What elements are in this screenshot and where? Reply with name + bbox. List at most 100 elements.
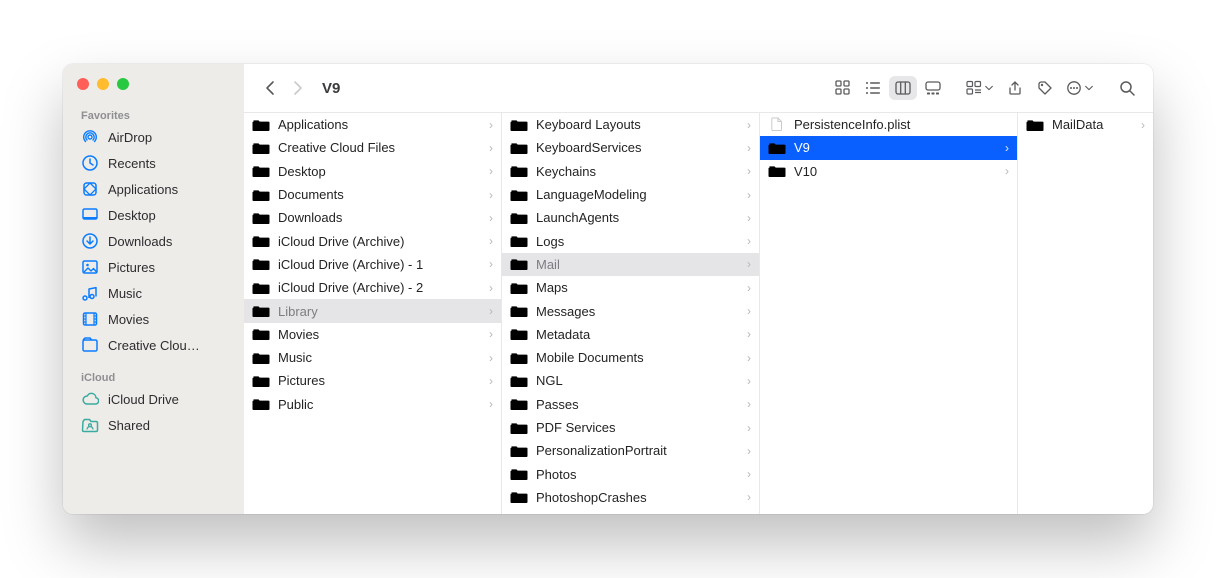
folder-row[interactable]: Messages› bbox=[502, 299, 759, 322]
folder-icon bbox=[510, 141, 528, 155]
folder-row[interactable]: Logs› bbox=[502, 229, 759, 252]
chevron-right-icon: › bbox=[747, 304, 751, 318]
folder-row[interactable]: Library › bbox=[244, 299, 501, 322]
chevron-right-icon: › bbox=[747, 397, 751, 411]
sidebar-item-pictures[interactable]: Pictures bbox=[63, 254, 243, 280]
item-name: Mail bbox=[536, 257, 739, 272]
sidebar-item-icloud[interactable]: iCloud Drive bbox=[63, 386, 243, 412]
folder-row[interactable]: LaunchAgents› bbox=[502, 206, 759, 229]
minimize-window-button[interactable] bbox=[97, 78, 109, 90]
sidebar-item-downloads[interactable]: Downloads bbox=[63, 228, 243, 254]
folder-row[interactable]: MailData› bbox=[1018, 113, 1153, 136]
sidebar-item-label: Applications bbox=[108, 182, 178, 197]
sidebar-item-shared[interactable]: Shared bbox=[63, 412, 243, 438]
folder-icon bbox=[252, 397, 270, 411]
chevron-right-icon: › bbox=[747, 444, 751, 458]
sidebar-item-desktop[interactable]: Desktop bbox=[63, 202, 243, 228]
chevron-right-icon: › bbox=[489, 211, 493, 225]
folder-icon bbox=[510, 351, 528, 365]
folder-icon bbox=[510, 397, 528, 411]
sidebar-item-airdrop[interactable]: AirDrop bbox=[63, 124, 243, 150]
folder-icon bbox=[768, 164, 786, 178]
folder-row[interactable]: PDF Services› bbox=[502, 416, 759, 439]
folder-row[interactable]: Documents › bbox=[244, 183, 501, 206]
chevron-right-icon: › bbox=[747, 164, 751, 178]
folder-icon bbox=[510, 374, 528, 388]
item-name: Music bbox=[278, 350, 481, 365]
group-by-button[interactable] bbox=[961, 76, 999, 100]
chevron-right-icon: › bbox=[489, 351, 493, 365]
folder-row[interactable]: Keyboard Layouts› bbox=[502, 113, 759, 136]
column-1: Applications›Creative Cloud Files›Deskto… bbox=[244, 113, 502, 514]
folder-icon bbox=[252, 281, 270, 295]
folder-row[interactable]: Mobile Documents› bbox=[502, 346, 759, 369]
view-columns-button[interactable] bbox=[889, 76, 917, 100]
pictures-icon bbox=[81, 259, 99, 275]
folder-row[interactable]: Metadata› bbox=[502, 323, 759, 346]
finder-window: Favorites AirDropRecentsApplicationsDesk… bbox=[63, 64, 1153, 514]
folder-row[interactable]: Music › bbox=[244, 346, 501, 369]
folder-icon bbox=[252, 304, 270, 318]
zoom-window-button[interactable] bbox=[117, 78, 129, 90]
sidebar-item-applications[interactable]: Applications bbox=[63, 176, 243, 202]
file-icon bbox=[768, 117, 786, 133]
folder-row[interactable]: iCloud Drive (Archive) - 2› bbox=[244, 276, 501, 299]
view-icons-button[interactable] bbox=[829, 76, 857, 100]
file-row[interactable]: PersistenceInfo.plist bbox=[760, 113, 1017, 136]
item-name: Movies bbox=[278, 327, 481, 342]
folder-row[interactable]: Pictures› bbox=[244, 369, 501, 392]
folder-row[interactable]: KeyboardServices› bbox=[502, 136, 759, 159]
folder-icon bbox=[510, 234, 528, 248]
folder-row[interactable]: Public› bbox=[244, 393, 501, 416]
share-button[interactable] bbox=[1001, 76, 1029, 100]
folder-row[interactable]: V10› bbox=[760, 160, 1017, 183]
folder-row[interactable]: Applications› bbox=[244, 113, 501, 136]
chevron-right-icon: › bbox=[489, 188, 493, 202]
airdrop-icon bbox=[81, 129, 99, 145]
sidebar-item-movies[interactable]: Movies bbox=[63, 306, 243, 332]
view-list-button[interactable] bbox=[859, 76, 887, 100]
window-controls bbox=[63, 64, 243, 96]
folder-row[interactable]: Creative Cloud Files› bbox=[244, 136, 501, 159]
chevron-right-icon: › bbox=[489, 374, 493, 388]
folder-icon bbox=[510, 421, 528, 435]
folder-row[interactable]: Desktop› bbox=[244, 160, 501, 183]
icloud-icon bbox=[81, 391, 99, 407]
item-name: Library bbox=[278, 304, 481, 319]
folder-row[interactable]: Passes› bbox=[502, 393, 759, 416]
folder-row[interactable]: V9› bbox=[760, 136, 1017, 159]
folder-row[interactable]: NGL› bbox=[502, 369, 759, 392]
sidebar-item-creative[interactable]: Creative Clou… bbox=[63, 332, 243, 358]
toolbar: V9 bbox=[244, 64, 1153, 112]
sidebar-item-music[interactable]: Music bbox=[63, 280, 243, 306]
sidebar-icloud-header: iCloud bbox=[63, 364, 243, 386]
view-gallery-button[interactable] bbox=[919, 76, 947, 100]
music-icon bbox=[81, 285, 99, 301]
sidebar-icloud-section: iCloud iCloud DriveShared bbox=[63, 358, 243, 438]
more-actions-button[interactable] bbox=[1061, 76, 1099, 100]
search-button[interactable] bbox=[1113, 76, 1141, 100]
folder-row[interactable]: Keychains› bbox=[502, 160, 759, 183]
folder-icon bbox=[252, 211, 270, 225]
folder-row[interactable]: iCloud Drive (Archive) - 1› bbox=[244, 253, 501, 276]
view-mode-group bbox=[829, 76, 947, 100]
folder-row[interactable]: iCloud Drive (Archive)› bbox=[244, 229, 501, 252]
folder-row[interactable]: Downloads› bbox=[244, 206, 501, 229]
folder-icon bbox=[510, 118, 528, 132]
close-window-button[interactable] bbox=[77, 78, 89, 90]
folder-row[interactable]: Movies› bbox=[244, 323, 501, 346]
forward-button[interactable] bbox=[284, 76, 312, 100]
folder-row[interactable]: Photos› bbox=[502, 462, 759, 485]
tags-button[interactable] bbox=[1031, 76, 1059, 100]
chevron-right-icon: › bbox=[489, 304, 493, 318]
movies-icon bbox=[81, 311, 99, 327]
folder-row[interactable]: PersonalizationPortrait› bbox=[502, 439, 759, 462]
chevron-right-icon: › bbox=[747, 351, 751, 365]
folder-row[interactable]: Maps› bbox=[502, 276, 759, 299]
folder-row[interactable]: LanguageModeling› bbox=[502, 183, 759, 206]
folder-row[interactable]: PhotoshopCrashes› bbox=[502, 486, 759, 509]
back-button[interactable] bbox=[256, 76, 284, 100]
item-name: Documents bbox=[278, 187, 481, 202]
folder-row[interactable]: Mail› bbox=[502, 253, 759, 276]
sidebar-item-recents[interactable]: Recents bbox=[63, 150, 243, 176]
